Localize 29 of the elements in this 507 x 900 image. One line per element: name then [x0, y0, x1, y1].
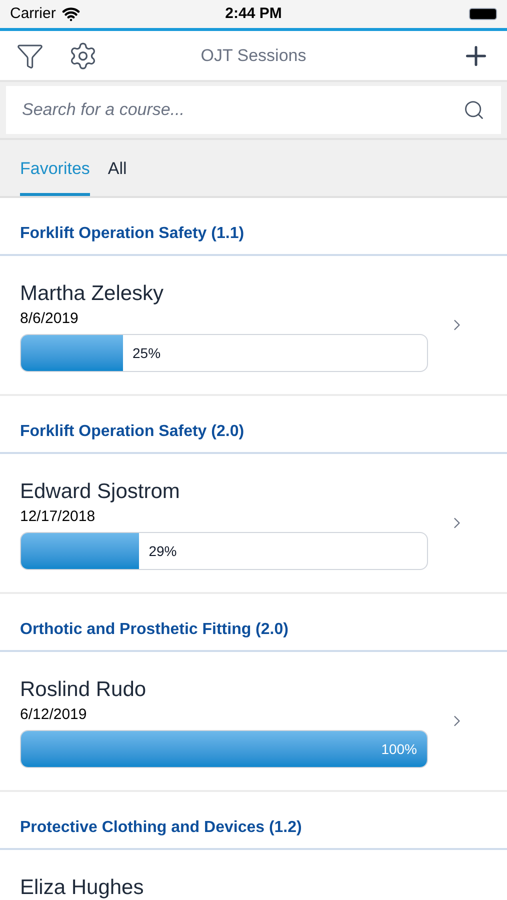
session-row[interactable]: Martha Zelesky 8/6/2019 25% [0, 256, 507, 396]
search-input[interactable]: Search for a course... [22, 97, 463, 123]
session-row[interactable]: Roslind Rudo 6/12/2019 100% [0, 652, 507, 792]
search-field[interactable]: Search for a course... [6, 86, 501, 134]
progress-label: 29% [148, 542, 177, 560]
course-heading: Forklift Operation Safety (2.0) [20, 422, 244, 442]
course-heading: Orthotic and Prosthetic Fitting (2.0) [20, 620, 288, 640]
search-icon [463, 99, 485, 121]
trainee-name: Edward Sjostrom [20, 479, 181, 505]
trainee-name: Martha Zelesky [20, 281, 165, 307]
session-date: 6/12/2019 [20, 705, 88, 725]
clock: 2:44 PM [225, 4, 282, 24]
session-date: 12/17/2018 [20, 507, 96, 527]
course-heading: Protective Clothing and Devices (1.2) [20, 818, 302, 838]
session-date: 8/6/2019 [20, 309, 80, 329]
progress-label: 100% [381, 740, 417, 758]
tab[interactable]: All [108, 140, 127, 196]
trainee-name: Roslind Rudo [20, 677, 148, 703]
course-heading: Forklift Operation Safety (1.1) [20, 224, 244, 244]
session-row[interactable]: Eliza Hughes [0, 850, 507, 900]
wifi-icon [62, 5, 80, 23]
trainee-name: Eliza Hughes [20, 875, 145, 900]
session-row[interactable]: Edward Sjostrom 12/17/2018 29% [0, 454, 507, 594]
settings-button[interactable] [68, 40, 98, 70]
carrier-label: Carrier [10, 4, 56, 24]
battery-icon [469, 8, 497, 20]
progress-label: 25% [132, 344, 161, 362]
filter-button[interactable] [16, 42, 44, 70]
screen-title: OJT Sessions [200, 44, 306, 67]
